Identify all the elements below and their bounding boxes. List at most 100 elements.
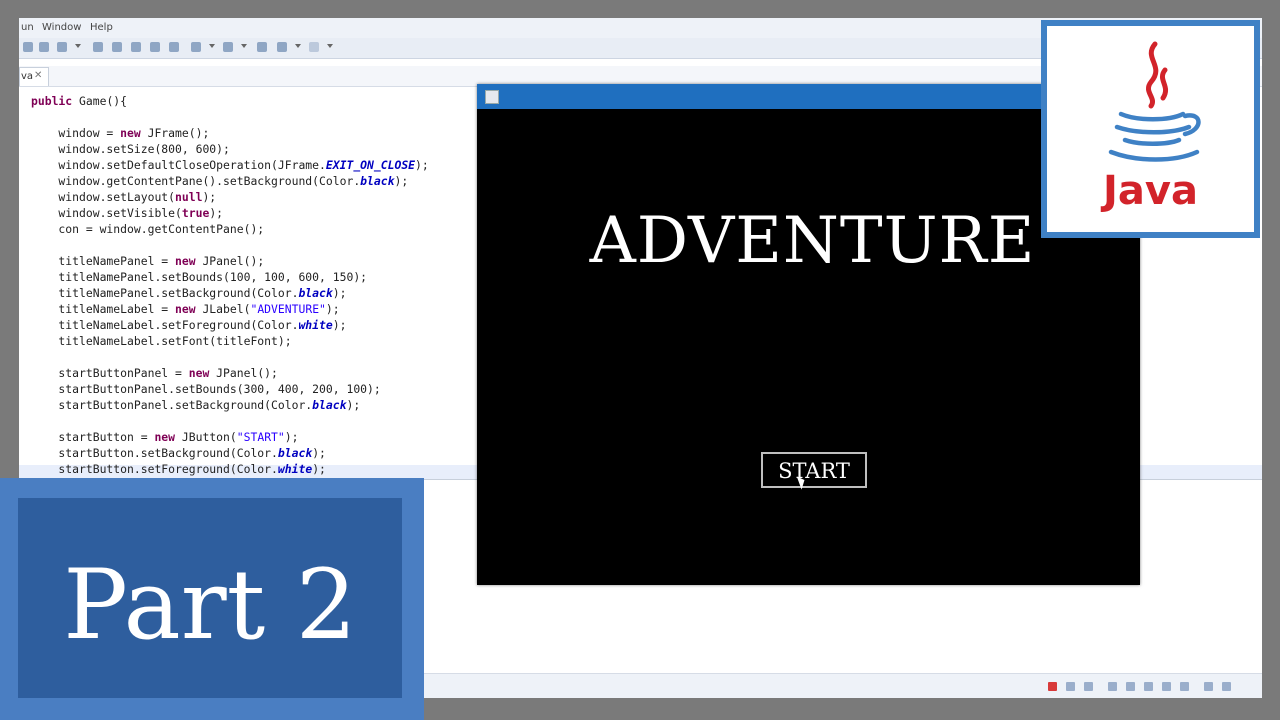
code-token: black	[298, 286, 333, 300]
code-token: window =	[31, 126, 121, 140]
code-token: startButton.setForeground(Color.	[31, 462, 278, 476]
code-token: black	[277, 446, 313, 460]
display-console-icon[interactable]	[1180, 682, 1189, 691]
code-token: white	[298, 318, 333, 332]
code-token: "ADVENTURE"	[250, 302, 326, 316]
code-token: );	[325, 302, 340, 316]
menu-help[interactable]: Help	[90, 22, 113, 33]
editor-tab-label: va	[21, 71, 34, 82]
next-annotation-icon[interactable]	[191, 42, 201, 52]
code-token: null	[175, 190, 203, 204]
code-line[interactable]: titleNameLabel.setForeground(Color.white…	[31, 318, 346, 334]
chevron-down-icon[interactable]	[241, 44, 247, 48]
code-line[interactable]: window = new JFrame();	[31, 126, 209, 142]
java-logo-panel: Java	[1047, 26, 1254, 232]
back-icon[interactable]	[277, 42, 287, 52]
code-line[interactable]: startButtonPanel.setBounds(300, 400, 200…	[31, 382, 381, 398]
code-token: JPanel();	[209, 366, 278, 380]
prev-annotation-icon[interactable]	[223, 42, 233, 52]
menu-run[interactable]: un	[21, 22, 34, 33]
code-token: titleNamePanel =	[31, 254, 176, 268]
code-line[interactable]: startButtonPanel = new JPanel();	[31, 366, 278, 382]
code-line[interactable]: startButton.setBackground(Color.black);	[31, 446, 326, 462]
start-button[interactable]: START	[761, 452, 867, 488]
code-token: EXIT_ON_CLOSE	[325, 158, 416, 172]
editor-tab[interactable]: va ✕	[19, 67, 49, 86]
code-line[interactable]: window.getContentPane().setBackground(Co…	[31, 174, 408, 190]
scroll-lock-icon[interactable]	[1108, 682, 1117, 691]
remove-all-icon[interactable]	[1084, 682, 1093, 691]
terminate-icon[interactable]	[1048, 682, 1057, 691]
new-console-icon[interactable]	[1222, 682, 1231, 691]
code-token: startButton.setBackground(Color.	[31, 446, 278, 460]
word-wrap-icon[interactable]	[1126, 682, 1135, 691]
code-token: );	[284, 430, 299, 444]
code-token: window.setDefaultCloseOperation(JFrame.	[31, 158, 326, 172]
last-edit-icon[interactable]	[257, 42, 267, 52]
book-icon[interactable]	[169, 42, 179, 52]
code-token: startButtonPanel =	[31, 366, 189, 380]
code-token: window.setLayout(	[31, 190, 176, 204]
chevron-down-icon[interactable]	[75, 44, 81, 48]
code-line[interactable]: titleNameLabel = new JLabel("ADVENTURE")…	[31, 302, 340, 318]
document-icon[interactable]	[150, 42, 160, 52]
code-line[interactable]: window.setDefaultCloseOperation(JFrame.E…	[31, 158, 429, 174]
pin-console-icon[interactable]	[1162, 682, 1171, 691]
code-line[interactable]: titleNamePanel = new JPanel();	[31, 254, 264, 270]
code-line[interactable]: titleNamePanel.setBackground(Color.black…	[31, 286, 346, 302]
code-token: "START"	[236, 430, 285, 444]
code-editor[interactable]: public Game(){ window = new JFrame(); wi…	[19, 90, 479, 480]
code-token: black	[360, 174, 395, 188]
code-token: );	[312, 446, 326, 460]
code-line[interactable]: titleNameLabel.setFont(titleFont);	[31, 334, 292, 350]
code-token: startButtonPanel.setBounds(300, 400, 200…	[31, 382, 381, 396]
code-token: );	[202, 190, 217, 204]
code-line[interactable]: startButtonPanel.setBackground(Color.bla…	[31, 398, 360, 414]
code-token: new	[154, 430, 176, 444]
brush-icon[interactable]	[112, 42, 122, 52]
clear-console-icon[interactable]	[1144, 682, 1153, 691]
chevron-down-icon[interactable]	[295, 44, 301, 48]
java-logo-badge: Java	[1041, 20, 1260, 238]
remove-launch-icon[interactable]	[1066, 682, 1075, 691]
code-token: );	[332, 318, 347, 332]
code-token: );	[209, 206, 224, 220]
code-line[interactable]: window.setSize(800, 600);	[31, 142, 229, 158]
chevron-down-icon[interactable]	[209, 44, 215, 48]
code-token: new	[175, 302, 196, 316]
code-line[interactable]: titleNamePanel.setBounds(100, 100, 600, …	[31, 270, 367, 286]
code-token: con = window.getContentPane();	[31, 222, 265, 236]
pin-icon[interactable]	[93, 42, 103, 52]
refresh-icon[interactable]	[131, 42, 141, 52]
code-line[interactable]: public Game(){	[31, 94, 127, 110]
open-console-icon[interactable]	[1204, 682, 1213, 691]
part-banner-inner: Part 2	[18, 498, 402, 698]
chevron-down-icon[interactable]	[327, 44, 333, 48]
game-title: ADVENTURE	[589, 204, 1036, 278]
code-token: public	[31, 94, 73, 108]
code-line[interactable]: startButton = new JButton("START");	[31, 430, 299, 446]
tool-icon[interactable]	[57, 42, 67, 52]
code-token: );	[415, 158, 429, 172]
code-token: true	[181, 206, 210, 220]
code-line[interactable]: startButton.setForeground(Color.white);	[31, 462, 325, 478]
code-token: JPanel();	[195, 254, 265, 268]
java-cup-icon	[1108, 41, 1201, 162]
code-token: white	[277, 462, 313, 476]
forward-icon[interactable]	[309, 42, 319, 52]
debug-icon[interactable]	[23, 42, 33, 52]
code-token: JFrame();	[140, 126, 210, 140]
part-banner: Part 2	[0, 478, 424, 720]
code-line[interactable]: window.setLayout(null);	[31, 190, 216, 206]
code-token: titleNamePanel.setBackground(Color.	[31, 286, 299, 300]
code-line[interactable]: con = window.getContentPane();	[31, 222, 264, 238]
code-token: titleNameLabel.setFont(titleFont);	[31, 334, 292, 348]
part-label: Part 2	[63, 549, 357, 661]
code-line[interactable]: window.setVisible(true);	[31, 206, 223, 222]
open-folder-icon[interactable]	[39, 42, 49, 52]
code-token: startButton =	[31, 430, 155, 444]
close-icon[interactable]: ✕	[34, 70, 42, 81]
menu-window[interactable]: Window	[42, 22, 81, 33]
code-token: );	[332, 286, 347, 300]
code-token: startButtonPanel.setBackground(Color.	[31, 398, 313, 412]
